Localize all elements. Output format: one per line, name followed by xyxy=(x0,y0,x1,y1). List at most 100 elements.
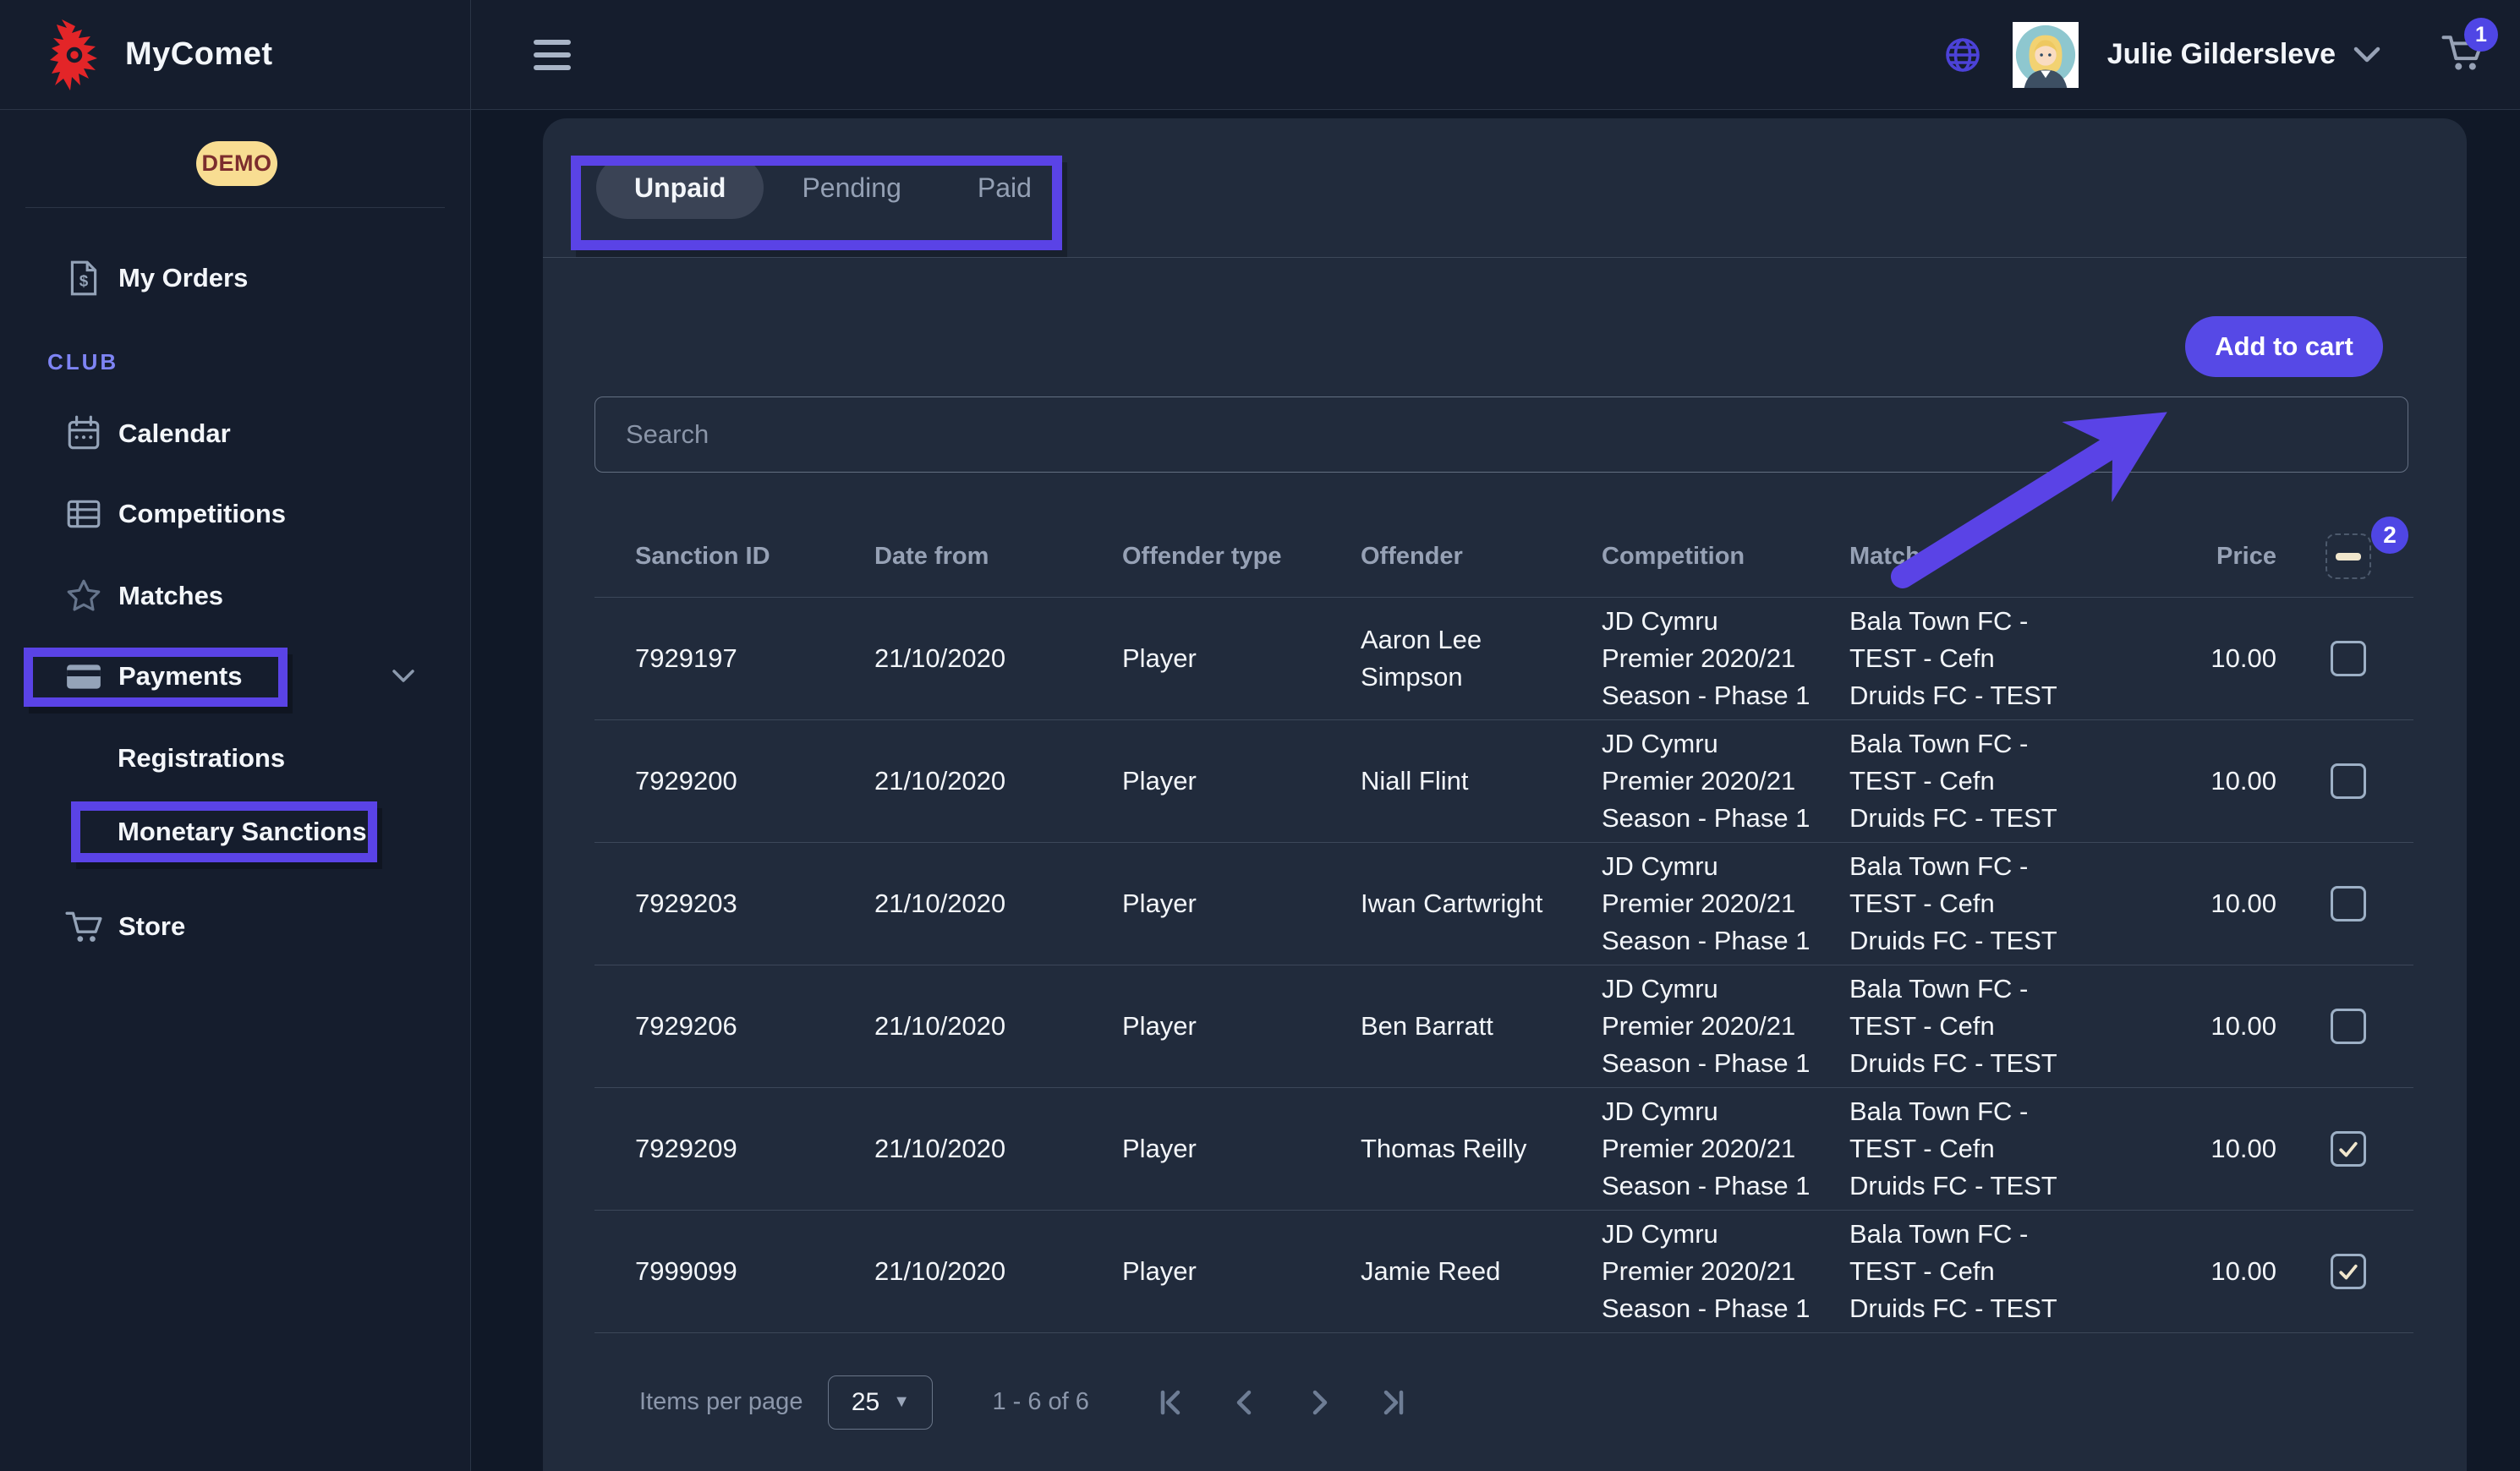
row-checkbox[interactable] xyxy=(2331,1009,2366,1044)
cell-competition: JD Cymru Premier 2020/21 Season - Phase … xyxy=(1602,1093,1849,1205)
previous-page-button[interactable] xyxy=(1226,1384,1263,1421)
cell-sanction-id: 7999099 xyxy=(594,1253,874,1290)
cell-date-from: 21/10/2020 xyxy=(874,640,1122,677)
page-size-select[interactable]: 25 ▼ xyxy=(828,1375,933,1430)
user-avatar[interactable] xyxy=(2013,22,2079,88)
cell-date-from: 21/10/2020 xyxy=(874,1130,1122,1168)
indeterminate-dash-icon xyxy=(2336,553,2361,561)
topbar: MyComet xyxy=(0,0,2520,110)
page-range-label: 1 - 6 of 6 xyxy=(992,1388,1088,1416)
cell-date-from: 21/10/2020 xyxy=(874,1008,1122,1045)
logo-area: MyComet xyxy=(0,0,471,109)
column-header-offender: Offender xyxy=(1361,543,1602,571)
cell-match: Bala Town FC - TEST - Cefn Druids FC - T… xyxy=(1849,971,2165,1082)
orders-document-icon: $ xyxy=(64,259,103,298)
column-header-competition: Competition xyxy=(1602,543,1849,571)
cell-competition: JD Cymru Premier 2020/21 Season - Phase … xyxy=(1602,603,1849,714)
cart-button[interactable]: 1 xyxy=(2441,31,2484,78)
cell-offender-type: Player xyxy=(1122,640,1361,677)
row-checkbox[interactable] xyxy=(2331,763,2366,799)
demo-badge: DEMO xyxy=(196,141,277,186)
first-page-button[interactable] xyxy=(1152,1384,1189,1421)
store-cart-icon xyxy=(64,907,103,946)
sidebar-item-payments[interactable]: Payments xyxy=(0,638,471,714)
table-row: 792920021/10/2020PlayerNiall FlintJD Cym… xyxy=(594,720,2413,843)
sidebar-item-competitions[interactable]: Competitions xyxy=(0,476,471,552)
sidebar-separator xyxy=(25,207,445,208)
sidebar-item-label: Competitions xyxy=(118,499,286,529)
cell-date-from: 21/10/2020 xyxy=(874,885,1122,922)
sidebar-item-label: Monetary Sanctions xyxy=(118,817,367,847)
cell-sanction-id: 7929209 xyxy=(594,1130,874,1168)
status-tabs: Unpaid Pending Paid xyxy=(543,118,2467,258)
cell-sanction-id: 7929203 xyxy=(594,885,874,922)
sidebar-item-matches[interactable]: Matches xyxy=(0,558,471,634)
table-header-row: Sanction IDDate fromOffender typeOffende… xyxy=(594,516,2413,598)
cell-competition: JD Cymru Premier 2020/21 Season - Phase … xyxy=(1602,1216,1849,1327)
sidebar-item-label: Store xyxy=(118,911,185,942)
last-page-button[interactable] xyxy=(1375,1384,1412,1421)
sidebar-item-label: Payments xyxy=(118,661,242,692)
menu-hamburger-icon[interactable] xyxy=(534,40,571,70)
cell-offender-type: Player xyxy=(1122,885,1361,922)
cell-offender: Jamie Reed xyxy=(1361,1253,1602,1290)
cell-price: 10.00 xyxy=(2165,885,2283,922)
cell-price: 10.00 xyxy=(2165,763,2283,800)
table-row: 792920621/10/2020PlayerBen BarrattJD Cym… xyxy=(594,965,2413,1088)
selected-count-badge: 2 xyxy=(2371,517,2408,554)
next-page-button[interactable] xyxy=(1301,1384,1338,1421)
cell-offender-type: Player xyxy=(1122,1008,1361,1045)
column-header-match: Match xyxy=(1849,543,2165,571)
cell-competition: JD Cymru Premier 2020/21 Season - Phase … xyxy=(1602,725,1849,837)
cell-offender: Ben Barratt xyxy=(1361,1008,1602,1045)
svg-text:$: $ xyxy=(79,271,89,289)
pagination-nav xyxy=(1152,1384,1412,1421)
select-caret-icon: ▼ xyxy=(893,1392,910,1412)
row-checkbox[interactable] xyxy=(2331,641,2366,676)
items-per-page-label: Items per page xyxy=(639,1388,803,1416)
column-header-price: Price xyxy=(2165,543,2283,571)
app-root: MyComet xyxy=(0,0,2520,1471)
pagination-bar: Items per page 25 ▼ 1 - 6 of 6 xyxy=(594,1333,2413,1471)
sanctions-table: Sanction IDDate fromOffender typeOffende… xyxy=(594,516,2413,1333)
cell-offender-type: Player xyxy=(1122,1130,1361,1168)
row-checkbox[interactable] xyxy=(2331,1131,2366,1167)
chevron-down-icon[interactable] xyxy=(2353,46,2381,64)
column-header-offender-type: Offender type xyxy=(1122,543,1361,571)
star-icon xyxy=(64,577,103,615)
sidebar-item-store[interactable]: Store xyxy=(0,889,471,965)
row-checkbox[interactable] xyxy=(2331,886,2366,921)
sidebar-section-club: CLUB xyxy=(47,347,118,377)
sidebar-item-label: My Orders xyxy=(118,263,248,293)
cell-sanction-id: 7929200 xyxy=(594,763,874,800)
cell-offender: Niall Flint xyxy=(1361,763,1602,800)
calendar-icon xyxy=(64,414,103,453)
table-row: 792919721/10/2020PlayerAaron Lee Simpson… xyxy=(594,598,2413,720)
user-name[interactable]: Julie Gildersleve xyxy=(2107,38,2336,71)
tab-pending[interactable]: Pending xyxy=(764,156,939,219)
sidebar-item-calendar[interactable]: Calendar xyxy=(0,396,471,472)
tab-unpaid[interactable]: Unpaid xyxy=(596,156,764,219)
row-checkbox[interactable] xyxy=(2331,1254,2366,1289)
sidebar-item-registrations[interactable]: Registrations xyxy=(0,720,471,796)
sidebar-item-label: Matches xyxy=(118,581,223,611)
credit-card-icon xyxy=(64,657,103,696)
topbar-main: Julie Gildersleve 1 xyxy=(471,0,2520,109)
sidebar-item-monetary-sanctions[interactable]: Monetary Sanctions xyxy=(0,794,471,870)
column-header-date-from: Date from xyxy=(874,543,1122,571)
chevron-down-icon[interactable] xyxy=(392,669,415,684)
cart-count-badge: 1 xyxy=(2464,18,2498,52)
cell-competition: JD Cymru Premier 2020/21 Season - Phase … xyxy=(1602,848,1849,960)
cell-offender: Aaron Lee Simpson xyxy=(1361,621,1602,696)
cell-match: Bala Town FC - TEST - Cefn Druids FC - T… xyxy=(1849,603,2165,714)
sidebar-item-my-orders[interactable]: $ My Orders xyxy=(0,240,471,316)
add-to-cart-button[interactable]: Add to cart xyxy=(2185,316,2383,377)
sidebar: DEMO $ My Orders CLUB Calendar Competiti… xyxy=(0,110,471,1471)
language-globe-icon[interactable] xyxy=(1943,36,1982,74)
cell-offender: Iwan Cartwright xyxy=(1361,885,1602,922)
topbar-right: Julie Gildersleve 1 xyxy=(1943,22,2496,88)
tab-paid[interactable]: Paid xyxy=(940,156,1070,219)
search-input[interactable] xyxy=(594,396,2408,473)
table-row: 792920921/10/2020PlayerThomas ReillyJD C… xyxy=(594,1088,2413,1211)
select-all-checkbox[interactable]: 2 xyxy=(2326,533,2371,579)
